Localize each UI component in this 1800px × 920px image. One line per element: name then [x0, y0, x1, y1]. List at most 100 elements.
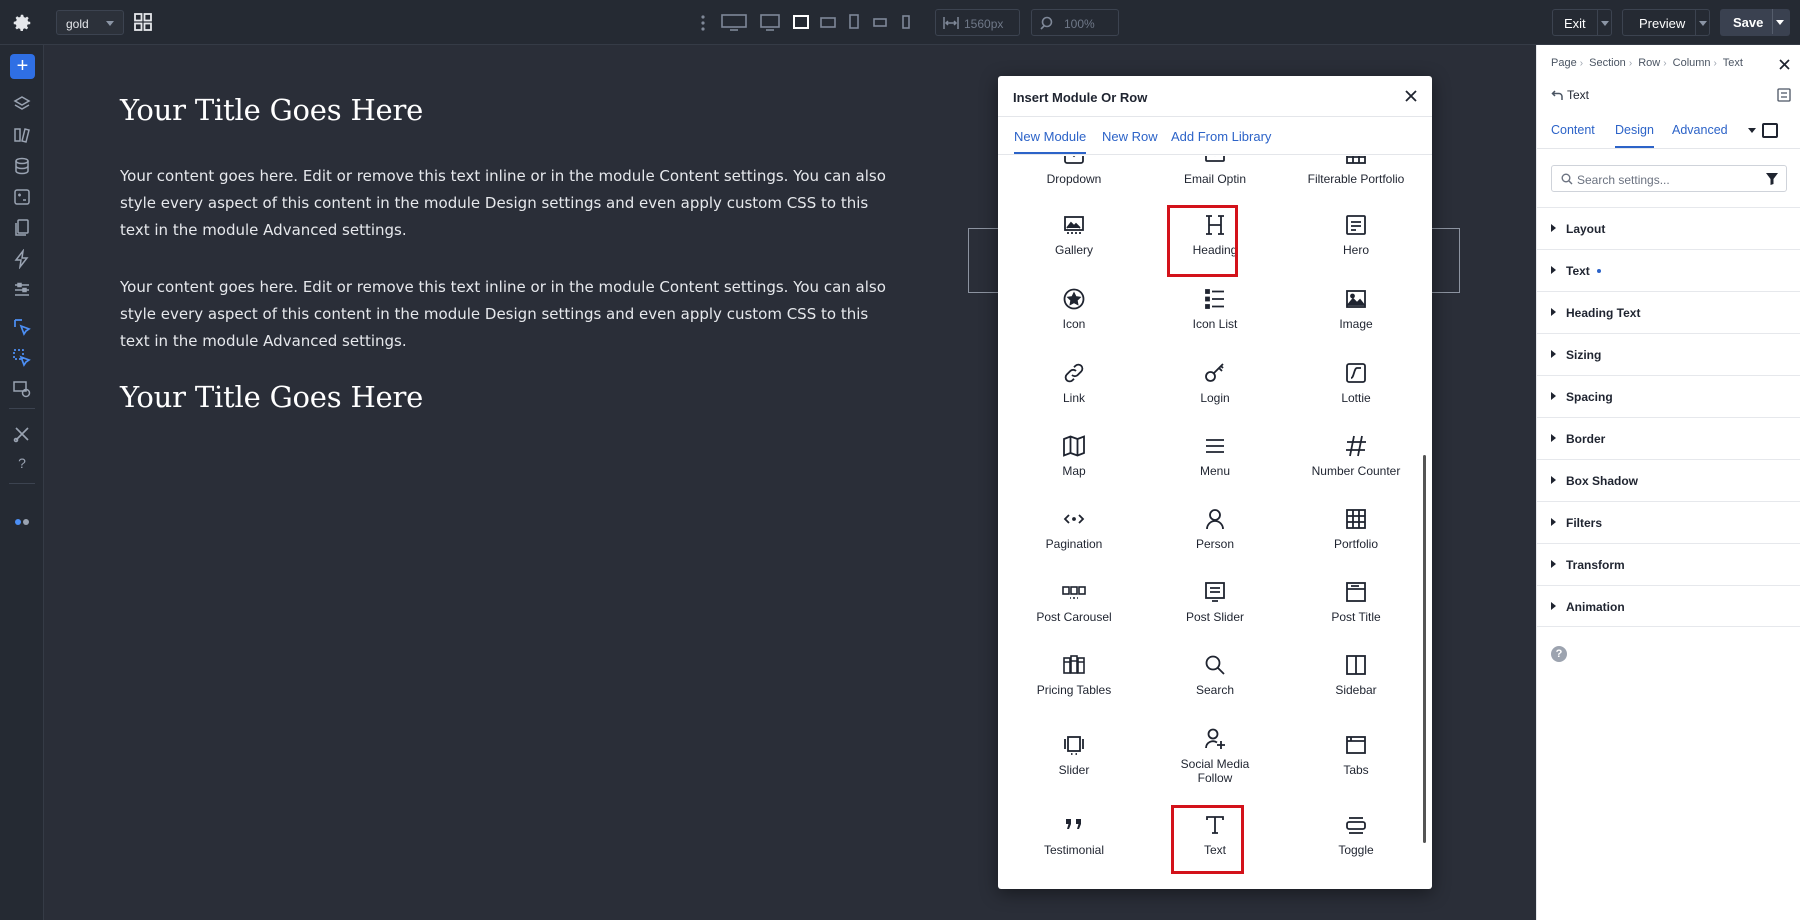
section-border[interactable]: Border	[1537, 417, 1800, 459]
preview-button[interactable]: Preview	[1622, 9, 1710, 36]
module-map[interactable]: Map	[1007, 434, 1141, 478]
module-email-optin[interactable]: Email Optin	[1148, 156, 1282, 186]
module-search[interactable]: Search	[1148, 653, 1282, 697]
module-lottie[interactable]: Lottie	[1289, 361, 1423, 405]
laptop-view-icon[interactable]	[792, 12, 810, 32]
zoom-field[interactable]: 100%	[1031, 9, 1119, 36]
select-tool-icon[interactable]	[12, 317, 32, 337]
module-tabs[interactable]: Tabs	[1289, 733, 1423, 777]
preset-square-icon[interactable]	[1762, 123, 1778, 138]
layout-select[interactable]: gold	[56, 10, 124, 35]
module-portfolio[interactable]: Portfolio	[1289, 507, 1423, 551]
close-icon[interactable]	[1403, 88, 1419, 104]
highlight-heading	[1167, 205, 1238, 277]
grid-icon[interactable]	[133, 12, 153, 32]
gear-icon[interactable]	[11, 12, 33, 34]
multi-select-icon[interactable]	[12, 348, 32, 368]
options-icon[interactable]	[1777, 88, 1791, 102]
width-field[interactable]: 1560px	[935, 9, 1020, 36]
chevron-down-icon[interactable]	[1776, 20, 1784, 25]
tab-design[interactable]: Design	[1615, 123, 1654, 148]
theme-toggle-icon[interactable]	[12, 512, 32, 532]
chevron-down-icon[interactable]	[1601, 21, 1609, 26]
module-hero[interactable]: Hero	[1289, 213, 1423, 257]
text-module[interactable]: Your content goes here. Edit or remove t…	[120, 163, 900, 244]
breadcrumb-column[interactable]: Column	[1673, 57, 1711, 69]
help-icon[interactable]: ?	[1551, 646, 1567, 662]
pages-icon[interactable]	[12, 218, 32, 238]
exit-button[interactable]: Exit	[1552, 9, 1612, 36]
phone-portrait-view-icon[interactable]	[900, 12, 912, 32]
section-transform[interactable]: Transform	[1537, 543, 1800, 585]
breadcrumb: Page › Section › Row › Column › Text	[1551, 57, 1746, 69]
tab-new-module[interactable]: New Module	[1014, 129, 1087, 154]
add-icon[interactable]: +	[10, 54, 35, 79]
breadcrumb-text[interactable]: Text	[1723, 57, 1743, 69]
module-social-media-follow[interactable]: Social Media Follow	[1148, 727, 1282, 785]
module-gallery[interactable]: Gallery	[1007, 213, 1141, 257]
tab-add-from-library[interactable]: Add From Library	[1171, 129, 1271, 144]
breadcrumb-row[interactable]: Row	[1638, 57, 1660, 69]
module-post-carousel[interactable]: Post Carousel	[1007, 580, 1141, 624]
module-sidebar[interactable]: Sidebar	[1289, 653, 1423, 697]
section-filters[interactable]: Filters	[1537, 501, 1800, 543]
breadcrumb-section[interactable]: Section	[1589, 57, 1626, 69]
module-icon[interactable]: Icon	[1007, 287, 1141, 331]
tab-content[interactable]: Content	[1551, 123, 1595, 137]
section-sizing[interactable]: Sizing	[1537, 333, 1800, 375]
module-filterable-portfolio[interactable]: Filterable Portfolio	[1289, 156, 1423, 186]
phone-landscape-view-icon[interactable]	[872, 12, 888, 32]
variables-icon[interactable]	[12, 187, 32, 207]
heading-module[interactable]: Your Title Goes Here	[120, 380, 423, 414]
module-menu[interactable]: Menu	[1148, 434, 1282, 478]
heading-module[interactable]: Your Title Goes Here	[120, 93, 423, 127]
scrollbar[interactable]	[1423, 455, 1426, 843]
desktop-view-icon[interactable]	[759, 12, 781, 32]
module-toggle[interactable]: Toggle	[1289, 813, 1423, 857]
text-module[interactable]: Your content goes here. Edit or remove t…	[120, 274, 900, 355]
settings-sliders-icon[interactable]	[12, 280, 32, 300]
chevron-right-icon: ›	[1713, 58, 1717, 69]
more-options-icon[interactable]	[698, 13, 708, 33]
tools-icon[interactable]	[12, 424, 32, 444]
tablet-landscape-view-icon[interactable]	[819, 12, 837, 32]
section-text[interactable]: Text	[1537, 249, 1800, 291]
back-arrow-icon[interactable]	[1551, 89, 1563, 101]
help-icon[interactable]: ?	[12, 455, 32, 475]
social-follow-icon	[1205, 728, 1225, 749]
module-slider[interactable]: Slider	[1007, 733, 1141, 777]
module-dropdown[interactable]: Dropdown	[1007, 156, 1141, 186]
layers-icon[interactable]	[12, 94, 32, 114]
module-login[interactable]: Login	[1148, 361, 1282, 405]
tab-advanced[interactable]: Advanced	[1672, 123, 1728, 137]
module-number-counter[interactable]: Number Counter	[1289, 434, 1423, 478]
database-icon[interactable]	[12, 156, 32, 176]
module-link[interactable]: Link	[1007, 361, 1141, 405]
tablet-portrait-view-icon[interactable]	[847, 12, 861, 32]
chevron-down-icon[interactable]	[1699, 21, 1707, 26]
design-library-icon[interactable]	[12, 125, 32, 145]
module-testimonial[interactable]: Testimonial	[1007, 813, 1141, 857]
breadcrumb-page[interactable]: Page	[1551, 57, 1577, 69]
module-post-title[interactable]: Post Title	[1289, 580, 1423, 624]
tab-new-row[interactable]: New Row	[1102, 129, 1158, 144]
chevron-down-icon[interactable]	[1748, 128, 1756, 133]
settings-search-field[interactable]: Search settings...	[1551, 165, 1787, 192]
section-animation[interactable]: Animation	[1537, 585, 1800, 627]
responsive-settings-icon[interactable]	[12, 379, 32, 399]
section-layout[interactable]: Layout	[1537, 207, 1800, 249]
filter-icon[interactable]	[1766, 173, 1778, 185]
close-icon[interactable]	[1778, 58, 1791, 71]
module-pagination[interactable]: Pagination	[1007, 507, 1141, 551]
module-pricing-tables[interactable]: Pricing Tables	[1007, 653, 1141, 697]
section-heading-text[interactable]: Heading Text	[1537, 291, 1800, 333]
module-post-slider[interactable]: Post Slider	[1148, 580, 1282, 624]
module-image[interactable]: Image	[1289, 287, 1423, 331]
section-box-shadow[interactable]: Box Shadow	[1537, 459, 1800, 501]
module-icon-list[interactable]: Icon List	[1148, 287, 1282, 331]
section-spacing[interactable]: Spacing	[1537, 375, 1800, 417]
module-person[interactable]: Person	[1148, 507, 1282, 551]
save-button[interactable]: Save	[1720, 9, 1790, 36]
desktop-wide-view-icon[interactable]	[720, 12, 748, 32]
lightning-icon[interactable]	[12, 249, 32, 269]
